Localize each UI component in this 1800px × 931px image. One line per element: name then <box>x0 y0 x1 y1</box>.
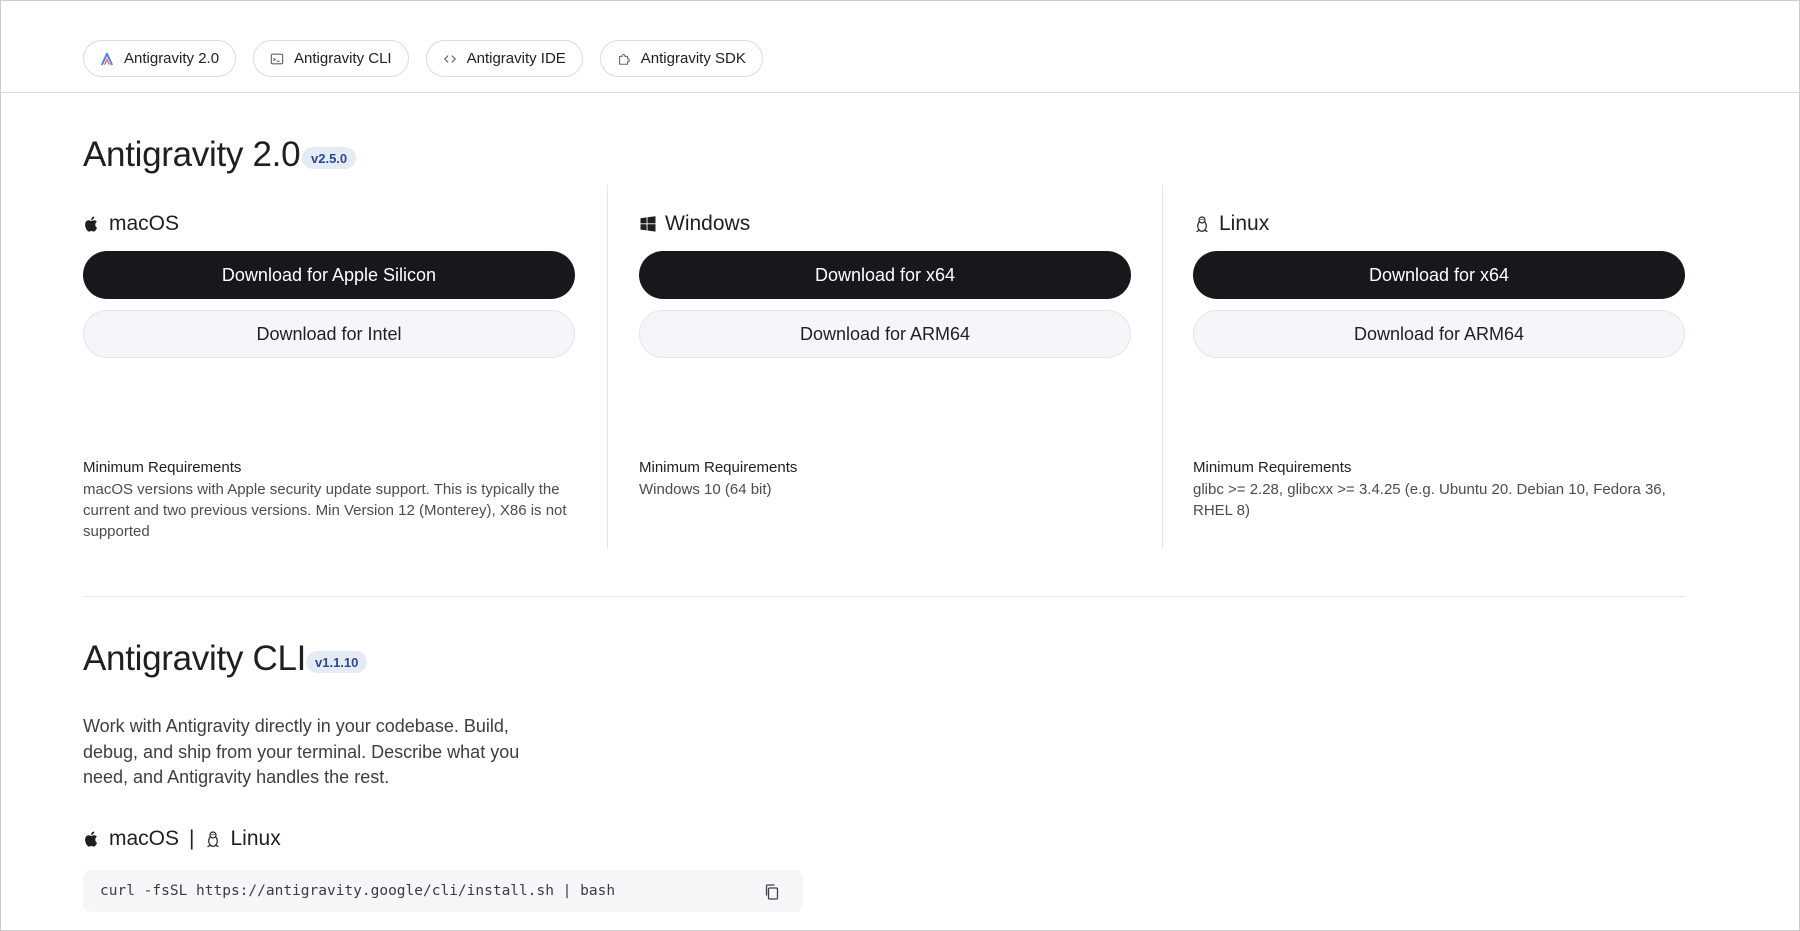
requirements-text: macOS versions with Apple security updat… <box>83 481 567 540</box>
download-intel-button[interactable]: Download for Intel <box>83 310 575 358</box>
cli-platforms: macOS | Linux <box>83 827 281 851</box>
tab-label: Antigravity CLI <box>294 50 392 67</box>
cli-description: Work with Antigravity directly in your c… <box>83 716 520 787</box>
requirements-title: Minimum Requirements <box>1193 459 1352 476</box>
platform-name: Windows <box>665 212 751 235</box>
apple-icon <box>83 830 101 848</box>
platform-name: Linux <box>1219 212 1270 235</box>
copy-icon[interactable] <box>763 883 781 901</box>
platform-column-macos: macOS Download for Apple Silicon Downloa… <box>83 185 607 549</box>
download-apple-silicon-button[interactable]: Download for Apple Silicon <box>83 251 575 299</box>
platform-column-windows-inner: Windows Download for x64 Download for AR… <box>639 185 1131 549</box>
product-tabs: Antigravity 2.0 Antigravity CLI Antigrav… <box>83 40 763 77</box>
requirements-text: Windows 10 (64 bit) <box>639 481 772 498</box>
tab-antigravity-2[interactable]: Antigravity 2.0 <box>83 40 237 77</box>
platform-column-windows: Windows Download for x64 Download for AR… <box>607 185 1162 549</box>
requirements-title: Minimum Requirements <box>83 459 242 476</box>
cli-version-badge: v1.1.10 <box>306 651 368 673</box>
install-command-text: curl -fsSL https://antigravity.google/cl… <box>100 883 616 899</box>
install-command-box: curl -fsSL https://antigravity.google/cl… <box>83 870 803 912</box>
tab-label: Antigravity SDK <box>640 50 746 67</box>
requirements-text: glibc >= 2.28, glibcxx >= 3.4.25 (e.g. U… <box>1193 481 1666 519</box>
platform-separator: | <box>189 827 195 850</box>
cli-section-title: Antigravity CLI <box>83 639 307 678</box>
requirements-linux: Minimum Requirements glibc >= 2.28, glib… <box>1193 459 1685 521</box>
windows-icon <box>639 215 657 233</box>
platform-heading-macos: macOS <box>83 212 179 236</box>
platform-heading-windows: Windows <box>639 212 750 236</box>
linux-icon <box>204 830 222 848</box>
puzzle-icon <box>617 52 631 66</box>
platform-column-linux: Linux Download for x64 Download for ARM6… <box>1162 185 1722 549</box>
download-windows-x64-button[interactable]: Download for x64 <box>639 251 1131 299</box>
tab-label: Antigravity 2.0 <box>124 50 220 67</box>
tab-antigravity-cli[interactable]: Antigravity CLI <box>253 40 409 77</box>
tab-antigravity-ide[interactable]: Antigravity IDE <box>425 40 583 77</box>
apple-icon <box>83 215 101 233</box>
requirements-title: Minimum Requirements <box>639 459 798 476</box>
app-section-title: Antigravity 2.0 <box>83 135 301 174</box>
cli-platform-linux: Linux <box>230 827 281 850</box>
antigravity-logo-icon <box>100 52 114 66</box>
section-divider <box>83 596 1684 597</box>
platform-name: macOS <box>109 212 180 235</box>
platform-heading-linux: Linux <box>1193 212 1269 236</box>
requirements-windows: Minimum Requirements Windows 10 (64 bit) <box>639 459 1131 500</box>
terminal-icon <box>270 52 284 66</box>
tab-label: Antigravity IDE <box>466 50 566 67</box>
linux-icon <box>1193 215 1211 233</box>
download-linux-x64-button[interactable]: Download for x64 <box>1193 251 1685 299</box>
requirements-macos: Minimum Requirements macOS versions with… <box>83 459 575 542</box>
cli-platform-macos: macOS <box>109 827 180 850</box>
platform-column-linux-inner: Linux Download for x64 Download for ARM6… <box>1193 185 1685 549</box>
download-linux-arm64-button[interactable]: Download for ARM64 <box>1193 310 1685 358</box>
app-version-badge: v2.5.0 <box>302 147 357 169</box>
product-tab-bar: Antigravity 2.0 Antigravity CLI Antigrav… <box>0 0 1800 93</box>
download-windows-arm64-button[interactable]: Download for ARM64 <box>639 310 1131 358</box>
code-icon <box>443 52 457 66</box>
tab-antigravity-sdk[interactable]: Antigravity SDK <box>599 40 763 77</box>
